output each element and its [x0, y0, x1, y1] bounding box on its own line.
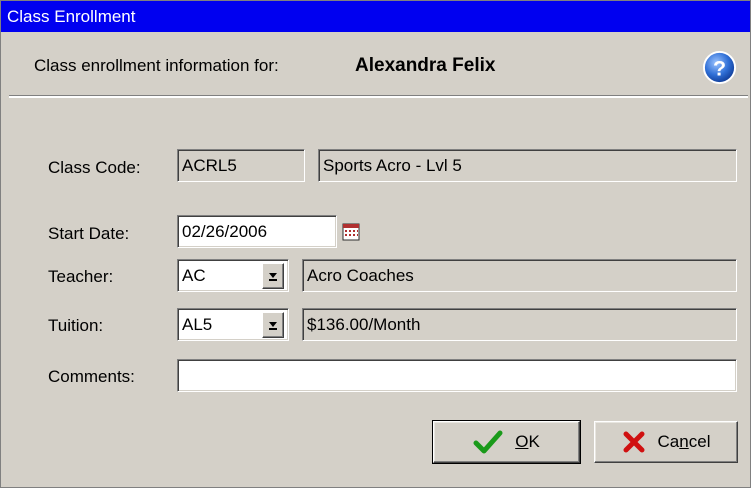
- comments-input[interactable]: [177, 359, 737, 392]
- window-title: Class Enrollment: [7, 7, 136, 26]
- teacher-dropdown-button[interactable]: [262, 263, 284, 289]
- tuition-description-field: $136.00/Month: [302, 308, 737, 341]
- svg-text:?: ?: [713, 56, 726, 80]
- start-date-input[interactable]: 02/26/2006: [177, 215, 337, 248]
- teacher-label: Teacher:: [48, 267, 114, 286]
- calendar-icon[interactable]: [342, 223, 360, 241]
- ok-label: OK: [515, 432, 540, 451]
- tuition-label: Tuition:: [48, 316, 104, 335]
- teacher-name-field: Acro Coaches: [302, 259, 737, 292]
- chevron-down-icon: [269, 273, 277, 278]
- header-divider: [9, 96, 748, 98]
- class-code-label: Class Code:: [48, 158, 141, 177]
- student-name: Alexandra Felix: [355, 55, 496, 76]
- help-icon[interactable]: ?: [702, 50, 737, 85]
- enrollment-header: Class enrollment information for: Alexan…: [9, 42, 748, 96]
- x-icon: [623, 431, 645, 453]
- class-enrollment-dialog: Class Enrollment Class enrollment inform…: [0, 0, 751, 488]
- comments-label: Comments:: [48, 367, 135, 386]
- class-code-field: ACRL5: [177, 149, 305, 182]
- ok-button[interactable]: OK: [432, 420, 581, 464]
- cancel-button[interactable]: Cancel: [594, 421, 738, 463]
- checkmark-icon: [473, 430, 503, 454]
- start-date-label: Start Date:: [48, 224, 130, 243]
- cancel-label: Cancel: [657, 432, 711, 451]
- class-description-field: Sports Acro - Lvl 5: [318, 149, 737, 182]
- chevron-down-icon: [269, 322, 277, 327]
- teacher-code: AC: [182, 266, 206, 285]
- header-label: Class enrollment information for:: [34, 56, 279, 75]
- tuition-code: AL5: [182, 315, 213, 334]
- title-bar[interactable]: Class Enrollment: [1, 1, 750, 32]
- tuition-dropdown-button[interactable]: [262, 312, 284, 338]
